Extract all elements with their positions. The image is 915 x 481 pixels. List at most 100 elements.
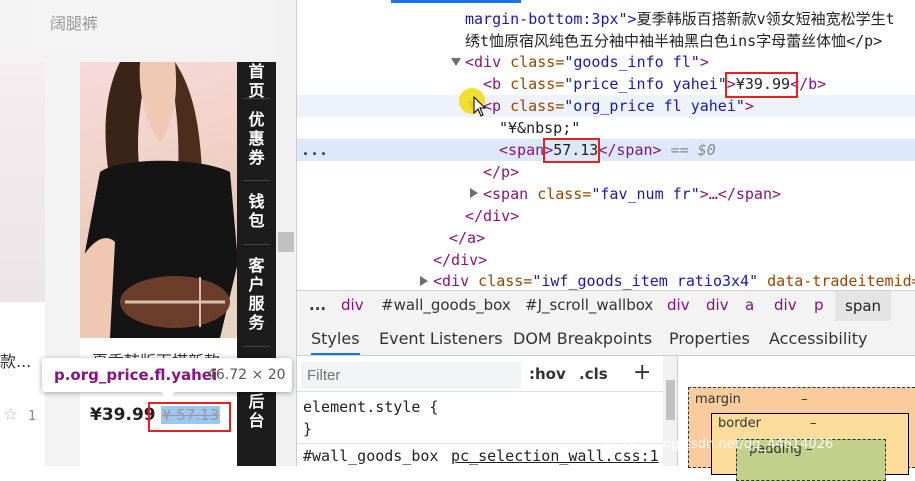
model-photo-illustration bbox=[80, 62, 238, 338]
expand-triangle-icon[interactable] bbox=[419, 276, 429, 286]
attr-value: "goods_info fl" bbox=[564, 53, 700, 71]
console-ref: == $0 bbox=[670, 141, 716, 159]
border-label: border bbox=[718, 416, 761, 431]
dom-line-span-selected[interactable]: ... bbox=[301, 139, 328, 161]
sidebar-item-label: 首页 bbox=[248, 62, 265, 100]
breadcrumb-item[interactable]: #wall_goods_box bbox=[381, 296, 511, 314]
sidebar-item-label: 后台 bbox=[248, 392, 265, 430]
styles-scrollbar-thumb[interactable] bbox=[666, 380, 675, 420]
dom-line-text-node[interactable]: "¥&nbsp;" bbox=[499, 117, 580, 139]
text-node: 夏季韩版百搭新款v领女短袖宽松学生t bbox=[636, 10, 895, 28]
product-title[interactable]: 款... bbox=[0, 348, 31, 372]
attr-name: data-tradeitemid= bbox=[767, 272, 915, 290]
product-price: ¥39.99 bbox=[90, 405, 156, 425]
hov-button[interactable]: :hov bbox=[529, 365, 566, 383]
rule-brace: } bbox=[303, 420, 313, 438]
attr-value: margin-bottom:3px"> bbox=[465, 10, 637, 28]
tab-properties[interactable]: Properties bbox=[669, 329, 750, 348]
text-node: 绣t恤原宿风纯色五分袖中袖半袖黑白色ins字母蕾丝体恤</p> bbox=[465, 32, 883, 50]
divider bbox=[243, 244, 270, 245]
elements-tree: margin-bottom:3px">夏季韩版百搭新款v领女短袖宽松学生t 绣t… bbox=[297, 0, 915, 290]
filter-input[interactable] bbox=[301, 362, 521, 388]
box-model-margin[interactable]: margin – border – padding – bbox=[688, 387, 915, 481]
devtools-panel: margin-bottom:3px">夏季韩版百搭新款v领女短袖宽松学生t 绣t… bbox=[296, 0, 915, 481]
expand-triangle-icon[interactable] bbox=[469, 188, 479, 198]
sidebar-item-home[interactable]: 首页 bbox=[237, 62, 276, 100]
sidebar-item-wallet[interactable]: 钱包 bbox=[237, 192, 276, 230]
dom-line-next-item[interactable]: <div class="iwf_goods_item ratio3x4" dat… bbox=[433, 270, 915, 290]
tab-event-listeners[interactable]: Event Listeners bbox=[379, 329, 503, 348]
sidebar-item-label: 优惠券 bbox=[248, 110, 265, 167]
breadcrumb-item[interactable]: div bbox=[706, 296, 729, 314]
breadcrumb-more[interactable]: ... bbox=[309, 296, 326, 314]
dom-line-span[interactable]: <span>57.13</span> == $0 bbox=[499, 139, 716, 161]
styles-toolbar: :hov .cls + bbox=[297, 356, 677, 392]
dom-line[interactable]: </div> bbox=[465, 205, 519, 227]
dom-line-goods-info[interactable]: <div class="goods_info fl"> bbox=[465, 51, 709, 73]
dom-line[interactable]: </a> bbox=[449, 227, 485, 249]
css-rule[interactable]: #wall_goods_box bbox=[303, 445, 438, 467]
dom-line[interactable]: margin-bottom:3px">夏季韩版百搭新款v领女短袖宽松学生t bbox=[465, 8, 895, 30]
tab-styles[interactable]: Styles bbox=[311, 329, 360, 355]
styles-pane: element.style { } #wall_goods_box pc_sel… bbox=[297, 391, 663, 466]
divider bbox=[243, 346, 270, 347]
sidebar-item-coupons[interactable]: 优惠券 bbox=[237, 110, 276, 167]
attr-name: class= bbox=[510, 75, 565, 93]
tag-open: <div bbox=[465, 53, 502, 71]
expand-triangle-icon[interactable] bbox=[451, 57, 461, 67]
dom-line[interactable]: </div> bbox=[433, 249, 487, 271]
tag-open: <span bbox=[483, 185, 529, 203]
attr-name: class= bbox=[478, 272, 533, 290]
tab-dom-breakpoints[interactable]: DOM Breakpoints bbox=[513, 329, 652, 348]
product-page: 阔腿裤 款... ☆ 1 夏季韩版百搭新款 ¥39.99 ¥ 57.13 首页 bbox=[0, 0, 296, 466]
margin-label: margin bbox=[695, 392, 741, 407]
star-icon[interactable]: ☆ bbox=[3, 405, 18, 425]
divider bbox=[243, 180, 270, 181]
breadcrumb-item[interactable]: div bbox=[774, 296, 797, 314]
watermark: https://blog.csdn.net/qq_44614026 bbox=[605, 437, 834, 452]
tooltip-arrow bbox=[160, 391, 176, 399]
product-card[interactable]: 夏季韩版百搭新款 ¥39.99 ¥ 57.13 bbox=[80, 62, 238, 466]
element-style-rule[interactable]: element.style { bbox=[303, 396, 438, 418]
attr-value: "fav_num fr" bbox=[591, 185, 700, 203]
attr-name: class= bbox=[537, 185, 592, 203]
product-photo[interactable] bbox=[80, 62, 238, 338]
breadcrumb-item-current[interactable]: span bbox=[835, 291, 892, 321]
dom-line-org-price[interactable]: <p class="org_price fl yahei"> bbox=[483, 95, 754, 117]
selection-indicator bbox=[391, 0, 521, 3]
inspect-tooltip: p.org_price.fl.yahei 46.72 × 20 bbox=[42, 358, 292, 399]
sidebar-item-admin[interactable]: 后台 bbox=[237, 392, 276, 430]
product-image[interactable] bbox=[0, 62, 45, 302]
dom-line[interactable]: </p> bbox=[483, 161, 519, 183]
new-rule-button[interactable]: + bbox=[633, 360, 651, 385]
margin-value: – bbox=[801, 392, 808, 407]
breadcrumb-item[interactable]: p bbox=[814, 296, 824, 314]
tag-open: <b bbox=[483, 75, 502, 93]
dom-line-fav-num[interactable]: <span class="fav_num fr">…</span> bbox=[483, 183, 781, 205]
tag-end: </a> bbox=[449, 229, 486, 247]
dom-line[interactable]: 绣t恤原宿风纯色五分袖中袖半袖黑白色ins字母蕾丝体恤</p> bbox=[465, 30, 882, 52]
attr-value: "org_price fl yahei" bbox=[564, 97, 745, 115]
text-node: "¥&nbsp;" bbox=[499, 119, 581, 137]
mouse-cursor-icon bbox=[473, 96, 487, 117]
search-placeholder: 阔腿裤 bbox=[50, 14, 99, 33]
tag-open: <span bbox=[499, 141, 545, 159]
breadcrumb-item[interactable]: div bbox=[667, 296, 690, 314]
attr-value: "price_info yahei" bbox=[564, 75, 727, 93]
breadcrumb-item[interactable]: a bbox=[745, 296, 754, 314]
sidebar-item-label: 钱包 bbox=[248, 192, 265, 230]
tab-accessibility[interactable]: Accessibility bbox=[769, 329, 867, 348]
cls-button[interactable]: .cls bbox=[579, 365, 608, 383]
favorite-count: 1 bbox=[28, 409, 37, 424]
search-box[interactable]: 阔腿裤 bbox=[32, 0, 240, 46]
sidebar-item-service[interactable]: 客户服务 bbox=[237, 256, 276, 332]
highlight-box bbox=[543, 138, 600, 163]
more-actions[interactable]: ... bbox=[301, 141, 328, 159]
page-scrollbar-thumb[interactable] bbox=[278, 232, 294, 252]
tag-end: </span> bbox=[598, 141, 662, 159]
attr-value: "iwf_goods_item ratio3x4" bbox=[532, 272, 759, 290]
side-toolbar: 首页 优惠券 钱包 客户服务 后台 bbox=[237, 62, 276, 466]
tag-open: <div bbox=[433, 272, 470, 290]
breadcrumb-item[interactable]: div bbox=[341, 296, 364, 314]
breadcrumb-item[interactable]: #J_scroll_wallbox bbox=[525, 296, 653, 314]
